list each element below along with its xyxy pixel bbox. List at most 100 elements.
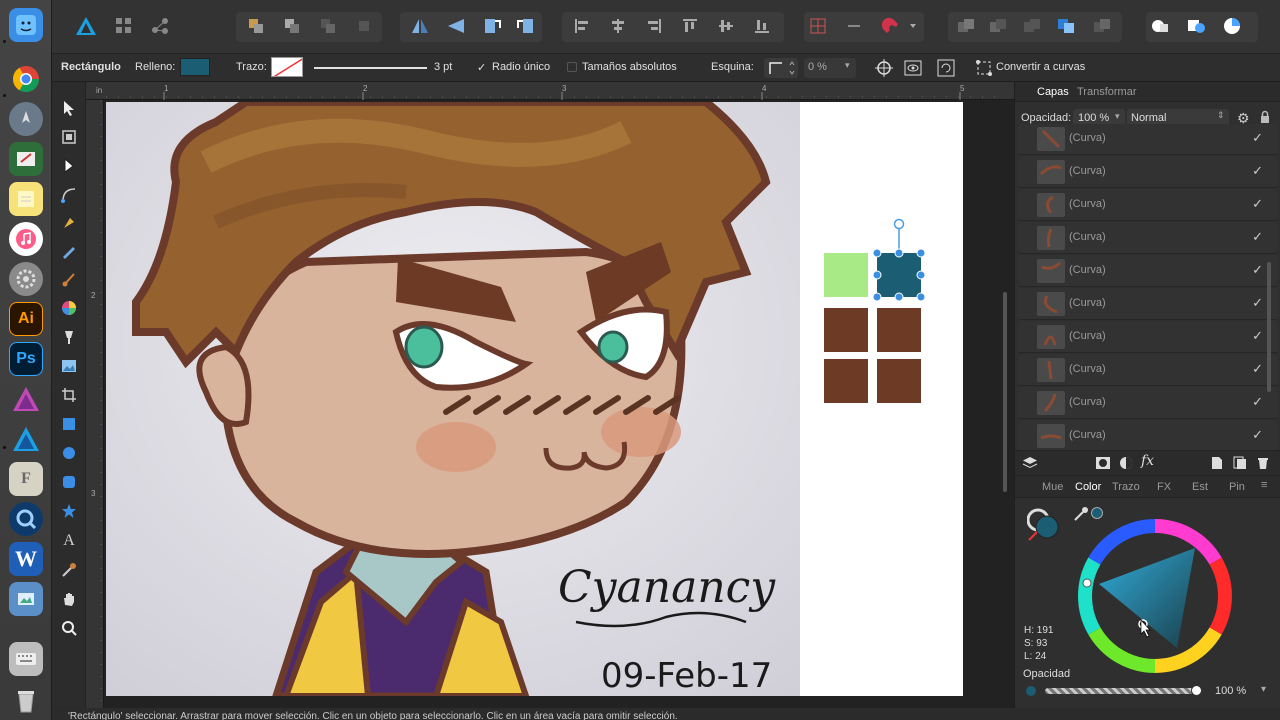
layers-scrollbar[interactable] [1267,262,1271,392]
color-picker-tool-icon[interactable] [58,559,80,581]
add-icon[interactable] [954,14,978,38]
move-to-back-icon[interactable] [244,14,268,38]
align-bottom-icon[interactable] [750,14,774,38]
move-forward-one-icon[interactable] [316,14,340,38]
node-tool-icon[interactable] [58,155,80,177]
layer-visibility-checkbox[interactable]: ✓ [1252,361,1263,377]
guides-icon[interactable] [842,14,866,38]
pen-tool-icon[interactable] [58,212,80,234]
illustrator-icon[interactable]: Ai [9,302,43,336]
artboard-tool-icon[interactable] [58,126,80,148]
editor-app-icon[interactable] [9,142,43,176]
vertical-ruler[interactable]: 2 3 [86,100,104,708]
vector-brush-tool-icon[interactable] [58,268,80,290]
brown-rectangle[interactable] [877,308,921,352]
notes-icon[interactable] [9,182,43,216]
brown-rectangle[interactable] [824,359,868,403]
layer-row[interactable]: (Curva) ✓ [1019,387,1277,419]
mask-icon[interactable] [1095,456,1111,473]
layer-visibility-checkbox[interactable]: ✓ [1252,394,1263,410]
flip-horizontal-icon[interactable] [408,14,432,38]
divide-icon[interactable] [1090,14,1114,38]
intersect-icon[interactable] [1020,14,1044,38]
tab-color[interactable]: Color [1075,481,1101,493]
designer-persona-icon[interactable] [74,14,98,38]
layer-row[interactable]: (Curva) ✓ [1019,288,1277,320]
place-image-tool-icon[interactable] [58,355,80,377]
rounded-rectangle-tool-icon[interactable] [58,471,80,493]
layer-row[interactable]: (Curva) ✓ [1019,354,1277,386]
corner-type-dropdown[interactable] [764,58,798,78]
affinity-designer-icon[interactable] [9,422,43,456]
insert-behind-icon[interactable] [1184,14,1208,38]
canvas-area[interactable]: in 1 2 3 4 5 2 3 Cyanancy 09-Feb-17 [86,82,1014,708]
launchpad-icon[interactable] [9,102,43,136]
tab-swatches[interactable]: Mue [1042,481,1063,493]
keyboard-viewer-icon[interactable] [9,642,43,676]
opacity-slider-handle[interactable] [1191,685,1202,696]
zoom-tool-icon[interactable] [58,617,80,639]
stroke-width-slider[interactable] [314,67,427,69]
snapping-dropdown-icon[interactable] [904,14,922,38]
insert-shape-icon[interactable] [1148,14,1172,38]
horizontal-ruler[interactable]: in 1 2 3 4 5 [86,82,1014,100]
stroke-width-value[interactable]: 3 pt [434,61,452,73]
brown-rectangle[interactable] [877,359,921,403]
quicktime-icon[interactable] [9,502,43,536]
move-back-one-icon[interactable] [280,14,304,38]
rectangle-tool-icon[interactable] [58,413,80,435]
layer-visibility-checkbox[interactable]: ✓ [1252,229,1263,245]
word-icon[interactable]: W [9,542,43,576]
color-opacity-value[interactable]: 100 % [1215,685,1246,697]
selection-handles[interactable] [866,212,936,312]
layer-row[interactable]: (Curva) ✓ [1019,255,1277,287]
tab-transform[interactable]: Transformar [1077,86,1137,98]
star-tool-icon[interactable] [58,500,80,522]
ellipse-tool-icon[interactable] [58,442,80,464]
fill-stroke-selector[interactable] [1026,506,1063,542]
font-book-icon[interactable]: F [9,462,43,496]
tab-brushes[interactable]: Pin [1229,481,1245,493]
move-tool-icon[interactable] [58,97,80,119]
align-middle-icon[interactable] [714,14,738,38]
fill-color-swatch[interactable] [180,58,210,76]
brown-rectangle[interactable] [824,308,868,352]
single-radius-checkbox[interactable]: ✓ [477,61,486,74]
tab-fx[interactable]: FX [1157,481,1171,493]
chrome-icon[interactable] [9,62,43,96]
affinity-photo-icon[interactable] [9,382,43,416]
text-tool-icon[interactable]: A [58,530,80,552]
convert-to-curves-button[interactable]: Convertir a curvas [996,61,1085,73]
layers-stack-icon[interactable] [1022,456,1038,473]
panel-menu-icon[interactable]: ≡ [1261,479,1267,491]
opacity-slider[interactable] [1045,688,1197,694]
layer-visibility-checkbox[interactable]: ✓ [1252,427,1263,443]
layer-visibility-checkbox[interactable]: ✓ [1252,196,1263,212]
adjustment-icon[interactable] [1119,456,1133,473]
rotate-right-icon[interactable] [514,14,538,38]
photoshop-icon[interactable]: Ps [9,342,43,376]
align-top-icon[interactable] [678,14,702,38]
fx-icon[interactable]: fx [1141,453,1154,469]
green-rectangle[interactable] [824,253,868,297]
crop-tool-icon[interactable] [58,384,80,406]
itunes-icon[interactable] [9,222,43,256]
finder-icon[interactable] [9,8,43,42]
layer-row[interactable]: (Curva) ✓ [1019,189,1277,221]
layer-visibility-checkbox[interactable]: ✓ [1252,262,1263,278]
move-to-front-icon[interactable] [352,14,376,38]
pencil-tool-icon[interactable] [58,240,80,262]
corner-value-field[interactable]: 0 % ▾ [804,58,856,78]
fill-tool-icon[interactable] [58,297,80,319]
layer-visibility-checkbox[interactable]: ✓ [1252,328,1263,344]
transform-origin-icon[interactable] [936,58,956,78]
target-crosshair-icon[interactable] [874,58,894,78]
flip-vertical-icon[interactable] [444,14,468,38]
tab-stroke[interactable]: Trazo [1112,481,1140,493]
hand-tool-icon[interactable] [58,588,80,610]
trash-icon[interactable] [1257,456,1269,473]
system-preferences-icon[interactable] [9,262,43,296]
tab-layers[interactable]: Capas [1037,86,1069,98]
layers-list[interactable]: (Curva) ✓ (Curva) ✓ (Curva) ✓ (Curva) ✓ (Curva) ✓… [1015,124,1280,450]
layer-row[interactable]: (Curva) ✓ [1019,222,1277,254]
